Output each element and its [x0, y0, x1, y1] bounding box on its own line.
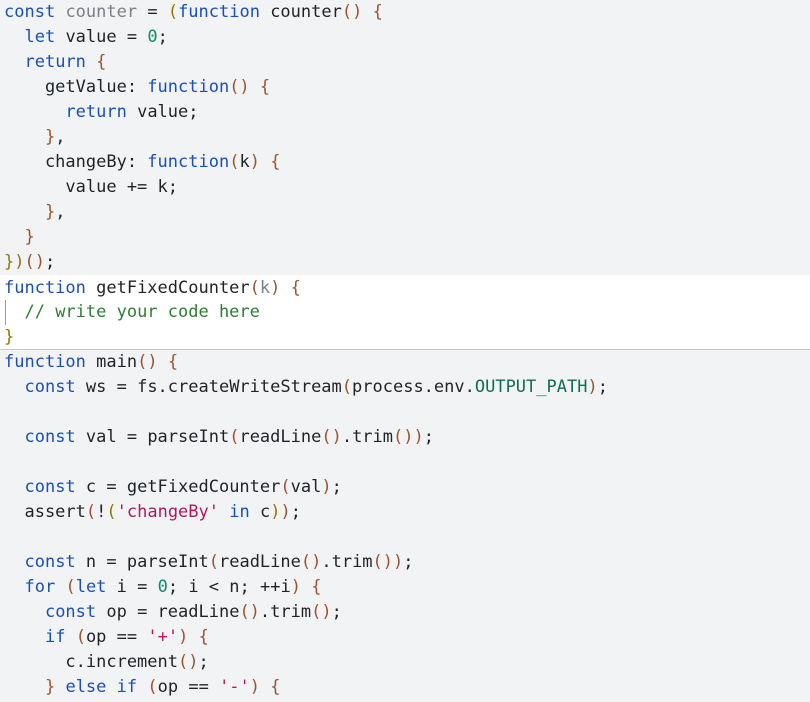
code-line-21: assert(!('changeBy' in c));	[4, 502, 301, 522]
text-cursor	[5, 300, 6, 325]
code-line-23: const n = parseInt(readLine().trim());	[24, 552, 414, 572]
code-line-27: c.increment();	[4, 652, 209, 672]
code-line-5: return value;	[65, 102, 199, 122]
code-line-16: const ws = fs.createWriteStream(process.…	[24, 377, 608, 397]
code-line-18: const val = parseInt(readLine().trim());	[24, 427, 434, 447]
code-line-7: changeBy: function(k) {	[4, 152, 281, 172]
code-line-11: })();	[4, 252, 56, 272]
code-line-1: const counter = (function counter() {	[4, 2, 383, 22]
code-line-6: },	[44, 127, 66, 147]
code-editor[interactable]: const counter = (function counter() { le…	[0, 0, 810, 702]
code-line-15: function main() {	[4, 352, 179, 372]
code-line-4: getValue: function() {	[4, 77, 271, 97]
code-line-8: value += k;	[4, 177, 178, 197]
code-line-12[interactable]: function getFixedCounter(k) {	[0, 275, 810, 300]
code-line-3: return {	[24, 52, 107, 72]
code-line-20: const c = getFixedCounter(val);	[24, 477, 342, 497]
code-line-25: const op = readLine().trim();	[44, 602, 342, 622]
code-line-14[interactable]: }	[0, 325, 810, 350]
code-line-24: for (let i = 0; i < n; ++i) {	[24, 577, 322, 597]
code-line-2: let value = 0;	[24, 27, 168, 47]
code-line-28: } else if (op == '-') {	[44, 677, 281, 697]
code-line-10: }	[24, 227, 35, 247]
code-line-26: if (op == '+') {	[44, 627, 209, 647]
code-line-9: },	[44, 202, 66, 222]
code-line-13[interactable]: // write your code here	[0, 300, 810, 325]
